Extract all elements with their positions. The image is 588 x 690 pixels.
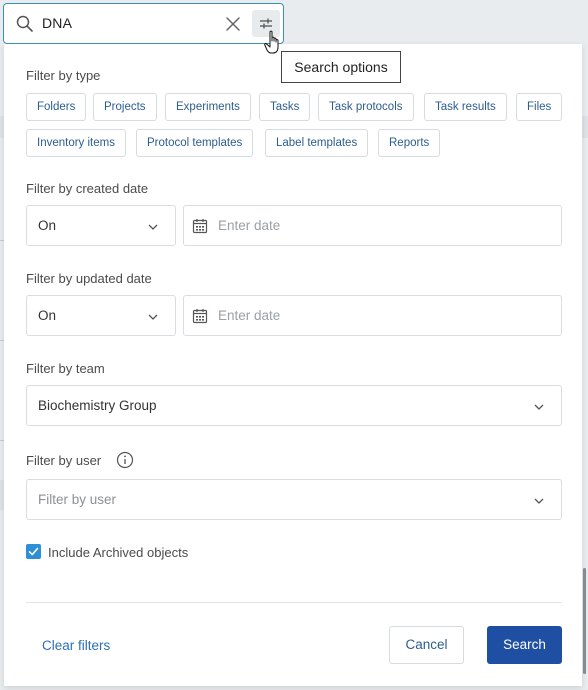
include-archived-label: Include Archived objects	[48, 545, 189, 560]
chip-task-protocols[interactable]: Task protocols	[318, 93, 414, 121]
chip-label-templates[interactable]: Label templates	[265, 129, 369, 157]
user-select-placeholder: Filter by user	[38, 492, 117, 507]
user-select[interactable]: Filter by user	[26, 479, 562, 520]
chip-files[interactable]: Files	[516, 93, 563, 121]
filter-type-label: Filter by type	[26, 68, 101, 83]
created-operator-value: On	[38, 218, 57, 233]
chip-task-results[interactable]: Task results	[424, 93, 507, 121]
filter-team-label: Filter by team	[26, 361, 105, 376]
info-icon[interactable]	[116, 451, 134, 469]
scrollbar-thumb[interactable]	[583, 568, 586, 674]
updated-operator-select[interactable]: On	[26, 295, 176, 336]
created-date-input[interactable]: Enter date	[183, 205, 562, 246]
updated-operator-value: On	[38, 308, 57, 323]
chevron-down-icon	[534, 404, 544, 410]
created-date-placeholder: Enter date	[218, 218, 281, 233]
search-input[interactable]: DNA	[42, 15, 72, 31]
chip-reports[interactable]: Reports	[378, 129, 441, 157]
search-bar[interactable]: DNA	[3, 3, 284, 44]
chip-inventory-items[interactable]: Inventory items	[26, 129, 126, 157]
created-operator-select[interactable]: On	[26, 205, 176, 246]
chevron-down-icon	[534, 498, 544, 504]
calendar-icon	[192, 219, 208, 234]
filter-created-label: Filter by created date	[26, 181, 149, 196]
chevron-down-icon	[148, 314, 158, 320]
search-options-tooltip: Search options	[281, 51, 401, 83]
search-filters-panel: Filter by type Folders Projects Experime…	[4, 44, 582, 686]
chip-tasks[interactable]: Tasks	[259, 93, 311, 121]
chip-experiments[interactable]: Experiments	[165, 93, 251, 121]
chevron-down-icon	[148, 224, 158, 230]
chip-folders[interactable]: Folders	[26, 93, 87, 121]
search-button[interactable]: Search	[487, 626, 562, 664]
check-icon	[28, 547, 39, 556]
updated-date-placeholder: Enter date	[218, 308, 281, 323]
divider	[26, 602, 562, 603]
chip-protocol-templates[interactable]: Protocol templates	[136, 129, 254, 157]
team-select[interactable]: Biochemistry Group	[26, 385, 562, 426]
clear-filters-link[interactable]: Clear filters	[42, 638, 110, 653]
updated-date-input[interactable]: Enter date	[183, 295, 562, 336]
background-page-fragment	[582, 116, 588, 138]
chip-projects[interactable]: Projects	[93, 93, 157, 121]
close-icon[interactable]	[222, 13, 244, 35]
filter-updated-label: Filter by updated date	[26, 271, 152, 286]
team-select-value: Biochemistry Group	[38, 398, 157, 413]
calendar-icon	[192, 309, 208, 324]
filter-user-label: Filter by user	[26, 453, 102, 468]
search-icon	[16, 15, 33, 32]
cancel-button[interactable]: Cancel	[389, 626, 464, 664]
include-archived-checkbox[interactable]	[26, 544, 41, 559]
